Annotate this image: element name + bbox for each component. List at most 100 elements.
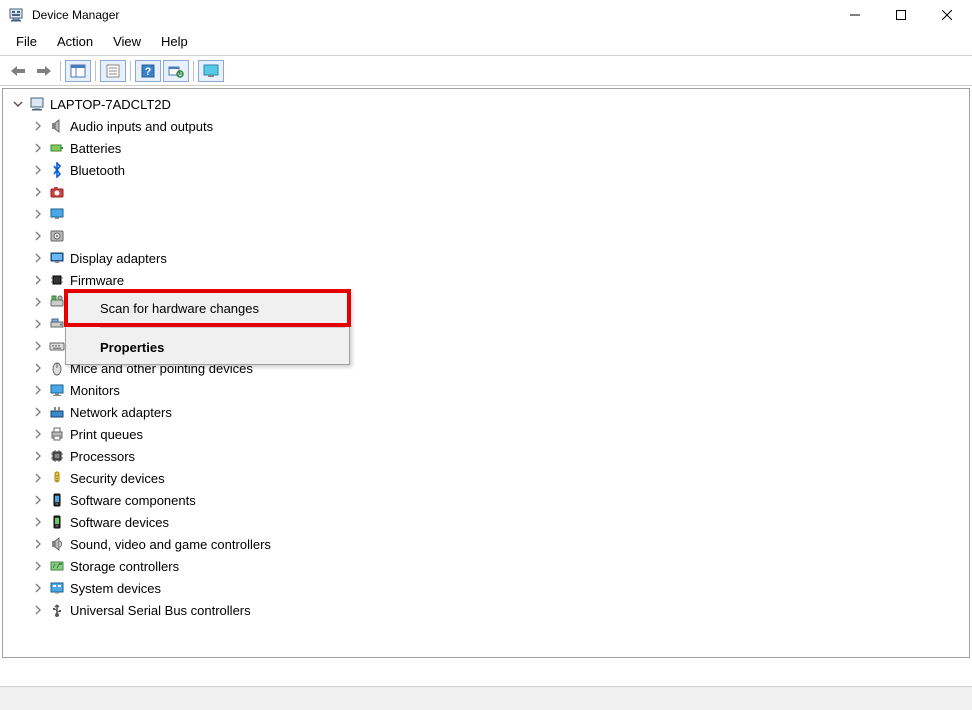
chevron-right-icon[interactable]: [31, 164, 44, 177]
tree-item[interactable]: System devices: [5, 577, 967, 599]
toolbar: ?: [0, 56, 972, 86]
menu-help[interactable]: Help: [153, 32, 196, 51]
tree-item[interactable]: Monitors: [5, 379, 967, 401]
tree-item[interactable]: Firmware: [5, 269, 967, 291]
swdev-icon: [48, 513, 66, 531]
tree-item-label: Sound, video and game controllers: [70, 537, 271, 552]
forward-button[interactable]: [32, 59, 56, 83]
chevron-right-icon[interactable]: [31, 208, 44, 221]
maximize-button[interactable]: [878, 0, 924, 30]
tree-item[interactable]: Print queues: [5, 423, 967, 445]
hid-icon: [48, 293, 66, 311]
chevron-right-icon[interactable]: [31, 582, 44, 595]
tree-root[interactable]: LAPTOP-7ADCLT2D: [5, 93, 967, 115]
tree-item-label: Audio inputs and outputs: [70, 119, 213, 134]
chevron-right-icon[interactable]: [31, 406, 44, 419]
chevron-right-icon[interactable]: [31, 142, 44, 155]
chevron-right-icon[interactable]: [31, 428, 44, 441]
tree-item[interactable]: Software devices: [5, 511, 967, 533]
scan-hardware-button[interactable]: [163, 60, 189, 82]
usb-icon: [48, 601, 66, 619]
chevron-right-icon[interactable]: [31, 538, 44, 551]
chevron-right-icon[interactable]: [31, 472, 44, 485]
chevron-right-icon[interactable]: [31, 274, 44, 287]
tree-item[interactable]: Sound, video and game controllers: [5, 533, 967, 555]
properties-button[interactable]: [100, 60, 126, 82]
chevron-right-icon[interactable]: [31, 340, 44, 353]
close-button[interactable]: [924, 0, 970, 30]
disk-icon: [48, 227, 66, 245]
computer-icon: [28, 95, 46, 113]
toolbar-separator: [193, 61, 194, 81]
tree-item[interactable]: Processors: [5, 445, 967, 467]
sound-icon: [48, 535, 66, 553]
bluetooth-icon: [48, 161, 66, 179]
tree-item-label: Software components: [70, 493, 196, 508]
tree-item[interactable]: Universal Serial Bus controllers: [5, 599, 967, 621]
titlebar: Device Manager: [0, 0, 972, 30]
context-menu: Scan for hardware changes Properties: [65, 290, 350, 365]
chevron-right-icon[interactable]: [31, 318, 44, 331]
chevron-right-icon[interactable]: [31, 120, 44, 133]
window-controls: [832, 0, 970, 30]
tree-item-label: Firmware: [70, 273, 124, 288]
tree-item-label: Monitors: [70, 383, 120, 398]
tree-item[interactable]: [5, 203, 967, 225]
chevron-right-icon[interactable]: [31, 362, 44, 375]
tree-item[interactable]: Batteries: [5, 137, 967, 159]
tree-item-label: Print queues: [70, 427, 143, 442]
menu-action[interactable]: Action: [49, 32, 101, 51]
chevron-right-icon[interactable]: [31, 450, 44, 463]
printer-icon: [48, 425, 66, 443]
chevron-right-icon[interactable]: [31, 604, 44, 617]
context-menu-properties[interactable]: Properties: [66, 330, 349, 364]
tree-item[interactable]: Storage controllers: [5, 555, 967, 577]
chevron-right-icon[interactable]: [31, 230, 44, 243]
tree-item[interactable]: Software components: [5, 489, 967, 511]
tree-item[interactable]: [5, 225, 967, 247]
monitor-icon: [48, 381, 66, 399]
chevron-right-icon[interactable]: [31, 560, 44, 573]
storage-icon: [48, 557, 66, 575]
tree-item[interactable]: Security devices: [5, 467, 967, 489]
help-button[interactable]: ?: [135, 60, 161, 82]
tree-item-label: Network adapters: [70, 405, 172, 420]
tree-item-label: Display adapters: [70, 251, 167, 266]
mouse-icon: [48, 359, 66, 377]
minimize-button[interactable]: [832, 0, 878, 30]
device-monitor-button[interactable]: [198, 60, 224, 82]
context-menu-properties-label: Properties: [100, 340, 164, 355]
chevron-right-icon[interactable]: [31, 296, 44, 309]
tree-item[interactable]: Network adapters: [5, 401, 967, 423]
show-hide-console-tree-button[interactable]: [65, 60, 91, 82]
display-icon: [48, 249, 66, 267]
window-title: Device Manager: [32, 8, 119, 22]
swcomp-icon: [48, 491, 66, 509]
battery-icon: [48, 139, 66, 157]
system-icon: [48, 579, 66, 597]
chevron-right-icon[interactable]: [31, 494, 44, 507]
security-icon: [48, 469, 66, 487]
tree-item-label: Storage controllers: [70, 559, 179, 574]
chevron-down-icon[interactable]: [11, 98, 24, 111]
menu-file[interactable]: File: [8, 32, 45, 51]
camera-icon: [48, 183, 66, 201]
back-button[interactable]: [6, 59, 30, 83]
tree-item[interactable]: Audio inputs and outputs: [5, 115, 967, 137]
chevron-right-icon[interactable]: [31, 252, 44, 265]
chevron-right-icon[interactable]: [31, 516, 44, 529]
tree-item[interactable]: [5, 181, 967, 203]
tree-item[interactable]: Display adapters: [5, 247, 967, 269]
tree-item-label: Universal Serial Bus controllers: [70, 603, 251, 618]
tree-item[interactable]: Bluetooth: [5, 159, 967, 181]
tree-item-label: Security devices: [70, 471, 165, 486]
device-tree-container: LAPTOP-7ADCLT2D Audio inputs and outputs…: [2, 88, 970, 658]
tree-item-label: Processors: [70, 449, 135, 464]
context-menu-scan[interactable]: Scan for hardware changes: [66, 291, 349, 325]
chevron-right-icon[interactable]: [31, 186, 44, 199]
chevron-right-icon[interactable]: [31, 384, 44, 397]
svg-text:?: ?: [145, 66, 152, 78]
menu-view[interactable]: View: [105, 32, 149, 51]
menubar: File Action View Help: [0, 30, 972, 56]
tree-item-label: System devices: [70, 581, 161, 596]
